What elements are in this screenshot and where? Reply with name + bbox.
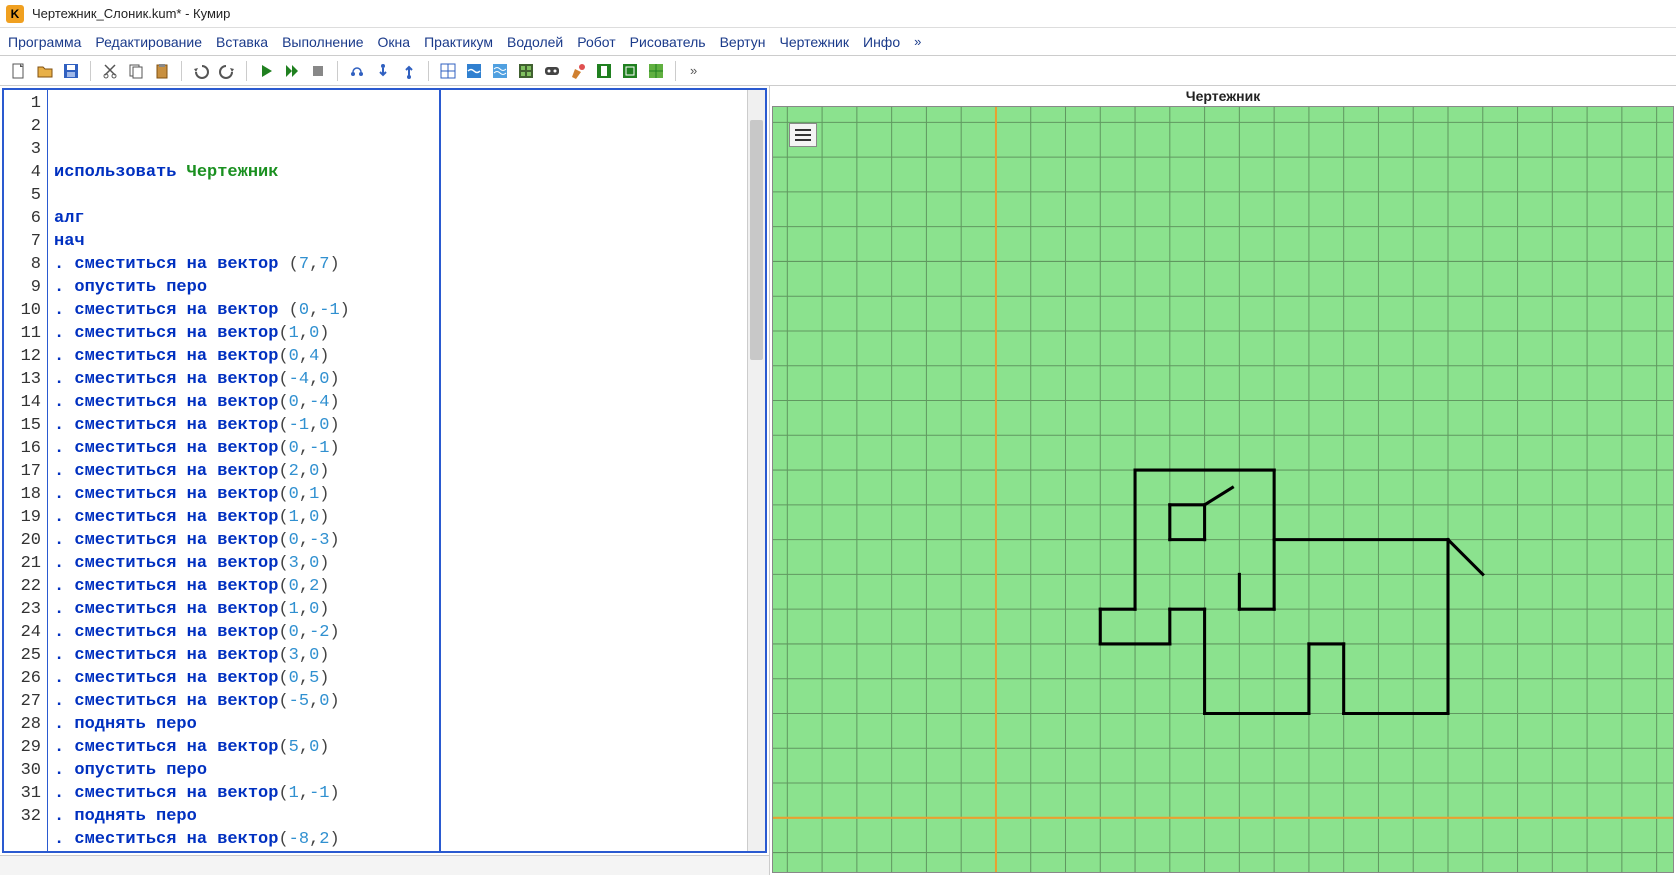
editor-vscroll[interactable]: [747, 90, 765, 851]
code-line[interactable]: . сместиться на вектор(-4,0): [54, 368, 741, 391]
code-line[interactable]: . сместиться на вектор(0,1): [54, 483, 741, 506]
code-line[interactable]: . сместиться на вектор(1,0): [54, 598, 741, 621]
canvas-pane: Чертежник: [770, 86, 1676, 875]
tool-grid-icon[interactable]: [437, 60, 459, 82]
save-file-icon[interactable]: [60, 60, 82, 82]
scroll-thumb[interactable]: [750, 120, 763, 360]
code-line[interactable]: . опустить перо: [54, 276, 741, 299]
code-line[interactable]: . сместиться на вектор(5,0): [54, 736, 741, 759]
menubar: Программа Редактирование Вставка Выполнение…: [0, 28, 1676, 56]
code-line[interactable]: использовать Чертежник: [54, 161, 741, 184]
code-line[interactable]: . сместиться на вектор (7,7): [54, 253, 741, 276]
tool-vodoley-icon[interactable]: [463, 60, 485, 82]
menu-Робот[interactable]: Робот: [577, 34, 615, 50]
canvas-svg: [773, 107, 1673, 872]
step-into-icon[interactable]: [372, 60, 394, 82]
code-line[interactable]: . опустить перо: [54, 759, 741, 782]
toolbar-more[interactable]: »: [684, 63, 703, 78]
tool-game-icon[interactable]: [541, 60, 563, 82]
code-line[interactable]: нач: [54, 230, 741, 253]
code-editor[interactable]: 1234567891011121314151617181920212223242…: [2, 88, 767, 853]
menu-Водолей[interactable]: Водолей: [507, 34, 563, 50]
code-line[interactable]: . опустить перо: [54, 851, 741, 853]
redo-icon[interactable]: [216, 60, 238, 82]
code-line[interactable]: . сместиться на вектор (0,-1): [54, 299, 741, 322]
step-out-icon[interactable]: [398, 60, 420, 82]
tool-green2-icon[interactable]: [619, 60, 641, 82]
line-gutter: 1234567891011121314151617181920212223242…: [4, 90, 48, 851]
new-file-icon[interactable]: [8, 60, 30, 82]
tool-robot-icon[interactable]: [515, 60, 537, 82]
menu-Инфо[interactable]: Инфо: [863, 34, 900, 50]
step-over-icon[interactable]: [346, 60, 368, 82]
toolbar: »: [0, 56, 1676, 86]
code-line[interactable]: . сместиться на вектор(-8,2): [54, 828, 741, 851]
canvas-title: Чертежник: [770, 86, 1676, 106]
code-line[interactable]: . поднять перо: [54, 805, 741, 828]
paste-icon[interactable]: [151, 60, 173, 82]
run-fast-icon[interactable]: [281, 60, 303, 82]
stop-icon[interactable]: [307, 60, 329, 82]
code-line[interactable]: . сместиться на вектор(0,5): [54, 667, 741, 690]
status-bar: [0, 855, 769, 875]
code-line[interactable]: . сместиться на вектор(1,0): [54, 322, 741, 345]
cut-icon[interactable]: [99, 60, 121, 82]
code-line[interactable]: . сместиться на вектор(2,0): [54, 460, 741, 483]
menu-Рисователь[interactable]: Рисователь: [630, 34, 706, 50]
window-title: Чертежник_Слоник.kum* - Кумир: [32, 6, 230, 21]
code-line[interactable]: . сместиться на вектор(1,0): [54, 506, 741, 529]
tool-green3-icon[interactable]: [645, 60, 667, 82]
toolbar-separator: [90, 61, 91, 81]
code-line[interactable]: . сместиться на вектор(0,-2): [54, 621, 741, 644]
tool-vodoley2-icon[interactable]: [489, 60, 511, 82]
toolbar-separator: [246, 61, 247, 81]
menu-Окна[interactable]: Окна: [378, 34, 411, 50]
code-line[interactable]: . сместиться на вектор(0,-4): [54, 391, 741, 414]
code-line[interactable]: . сместиться на вектор(-5,0): [54, 690, 741, 713]
open-file-icon[interactable]: [34, 60, 56, 82]
code-area[interactable]: использовать Чертежник алгнач. сместитьс…: [48, 90, 747, 851]
editor-pane: 1234567891011121314151617181920212223242…: [0, 86, 770, 875]
code-line[interactable]: алг: [54, 207, 741, 230]
code-line[interactable]: . сместиться на вектор(3,0): [54, 644, 741, 667]
menu-Вертун[interactable]: Вертун: [720, 34, 766, 50]
editor-split[interactable]: [439, 90, 441, 851]
menu-Программа[interactable]: Программа: [8, 34, 81, 50]
code-line[interactable]: . сместиться на вектор(0,2): [54, 575, 741, 598]
menu-Выполнение[interactable]: Выполнение: [282, 34, 363, 50]
code-line[interactable]: . сместиться на вектор(1,-1): [54, 782, 741, 805]
menu-Вставка[interactable]: Вставка: [216, 34, 268, 50]
toolbar-separator: [428, 61, 429, 81]
titlebar: K Чертежник_Слоник.kum* - Кумир: [0, 0, 1676, 28]
code-line[interactable]: . сместиться на вектор(0,-1): [54, 437, 741, 460]
code-line[interactable]: . сместиться на вектор(-1,0): [54, 414, 741, 437]
main-area: 1234567891011121314151617181920212223242…: [0, 86, 1676, 875]
code-line[interactable]: [54, 184, 741, 207]
menu-Редактирование[interactable]: Редактирование: [95, 34, 202, 50]
copy-icon[interactable]: [125, 60, 147, 82]
toolbar-separator: [675, 61, 676, 81]
canvas-menu-button[interactable]: [789, 123, 817, 147]
undo-icon[interactable]: [190, 60, 212, 82]
code-line[interactable]: . поднять перо: [54, 713, 741, 736]
app-icon: K: [6, 5, 24, 23]
code-line[interactable]: . сместиться на вектор(3,0): [54, 552, 741, 575]
toolbar-separator: [181, 61, 182, 81]
menu-more[interactable]: »: [914, 34, 921, 49]
tool-green1-icon[interactable]: [593, 60, 615, 82]
code-line[interactable]: . сместиться на вектор(0,-3): [54, 529, 741, 552]
toolbar-separator: [337, 61, 338, 81]
code-line[interactable]: . сместиться на вектор(0,4): [54, 345, 741, 368]
tool-painter-icon[interactable]: [567, 60, 589, 82]
drawing-canvas[interactable]: [772, 106, 1674, 873]
menu-Практикум[interactable]: Практикум: [424, 34, 493, 50]
run-icon[interactable]: [255, 60, 277, 82]
menu-Чертежник[interactable]: Чертежник: [779, 34, 849, 50]
